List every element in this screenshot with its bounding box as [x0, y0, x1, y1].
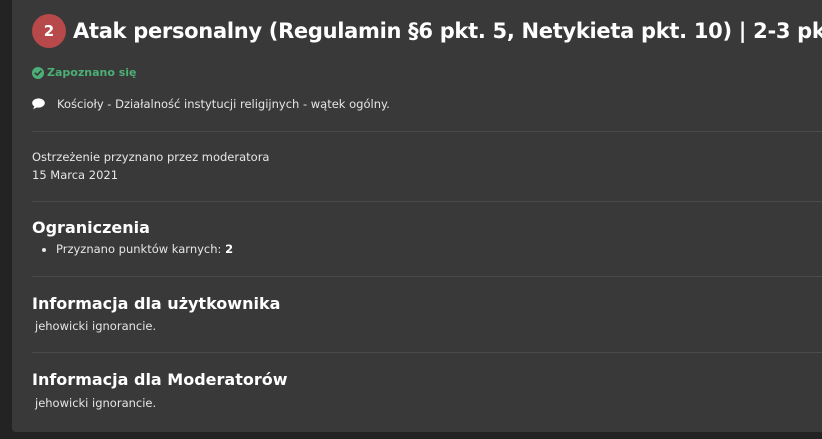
topic-link[interactable]: Kościoły - Działalność instytucji religi… — [32, 97, 390, 111]
moderator-info-text: jehowicki ignorancie. — [35, 396, 157, 410]
restrictions-heading: Ograniczenia — [32, 218, 150, 237]
acknowledged-label: Zapoznano się — [47, 66, 137, 79]
restrictions-list: Przyznano punktów karnych: 2 — [56, 242, 233, 256]
acknowledged-status: Zapoznano się — [32, 66, 136, 79]
moderator-info-heading: Informacja dla Moderatorów — [32, 370, 288, 389]
warning-title: Atak personalny (Regulamin §6 pkt. 5, Ne… — [73, 19, 822, 43]
divider — [32, 131, 822, 132]
issued-by-text: Ostrzeżenie przyznano przez moderatora — [32, 150, 270, 164]
topic-title[interactable]: Kościoły - Działalność instytucji religi… — [57, 97, 390, 111]
warning-panel: 2 Atak personalny (Regulamin §6 pkt. 5, … — [12, 0, 822, 432]
warning-title-row: 2 Atak personalny (Regulamin §6 pkt. 5, … — [32, 14, 822, 48]
check-circle-icon — [32, 66, 44, 79]
warning-date: 15 Marca 2021 — [32, 168, 119, 182]
penalty-points-label: Przyznano punktów karnych: — [56, 242, 222, 256]
user-info-text: jehowicki ignorancie. — [35, 319, 157, 333]
warning-meta: Ostrzeżenie przyznano przez moderatora 1… — [32, 148, 269, 184]
divider — [32, 201, 822, 202]
points-badge: 2 — [32, 14, 66, 48]
comment-icon — [32, 98, 45, 110]
divider — [32, 352, 822, 353]
penalty-points-value: 2 — [225, 242, 234, 256]
user-info-heading: Informacja dla użytkownika — [32, 294, 281, 313]
list-item: Przyznano punktów karnych: 2 — [56, 242, 233, 256]
divider — [32, 276, 822, 277]
